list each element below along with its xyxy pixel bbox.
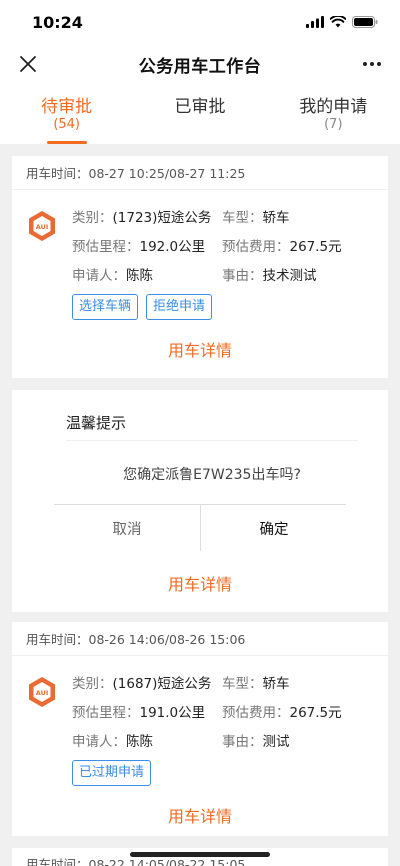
status-time: 10:24 (32, 12, 83, 32)
tab-approved-label: 已审批 (174, 97, 226, 117)
request-card: 用车时间：08-26 14:06/08-26 15:06 AUI 类别：(168… (12, 622, 388, 836)
reason-field: 事由：测试 (222, 730, 374, 750)
vehicle-details-link[interactable]: 用车详情 (12, 554, 388, 612)
car-type-field: 车型：轿车 (222, 672, 374, 692)
reason-field: 事由：技术测试 (222, 264, 374, 284)
tab-approved[interactable]: 已审批 (133, 84, 266, 144)
mileage-value: 192.0公里 (139, 239, 206, 255)
card-actions: 选择车辆 拒绝申请 (72, 294, 374, 320)
mileage-field: 预估里程：191.0公里 (72, 701, 222, 721)
category-value: (1687)短途公务 (112, 676, 212, 692)
mileage-key: 预估里程： (72, 705, 140, 721)
car-type-key: 车型： (222, 676, 263, 692)
signal-icon (306, 16, 324, 28)
cost-value: 267.5元 (289, 239, 342, 255)
aui-logo-icon: AUI (29, 677, 55, 707)
card-time: 用车时间：08-26 14:06/08-26 15:06 (12, 622, 388, 656)
category-field: 类别：(1723)短途公务 (72, 206, 222, 226)
dialog-message: 您确定派鲁E7W235出车吗? (123, 467, 301, 483)
active-tab-indicator (46, 141, 87, 144)
confirm-dialog: 温馨提示 您确定派鲁E7W235出车吗? 取消 确定 (12, 398, 388, 552)
tab-my-requests-count: (7) (324, 117, 343, 132)
applicant-field: 申请人：陈陈 (72, 730, 222, 750)
vehicle-details-link[interactable]: 用车详情 (12, 320, 388, 378)
mileage-field: 预估里程：192.0公里 (72, 235, 222, 255)
cost-key: 预估费用： (222, 705, 290, 721)
tab-my-requests-label: 我的申请 (299, 97, 368, 117)
aui-logo-icon: AUI (29, 211, 55, 241)
car-type-value: 轿车 (262, 676, 290, 692)
battery-icon (352, 16, 378, 28)
car-type-key: 车型： (222, 210, 263, 226)
dialog-cancel-button[interactable]: 取消 (54, 505, 200, 551)
close-icon[interactable] (16, 52, 40, 76)
tab-my-requests[interactable]: 我的申请 (7) (267, 84, 400, 144)
car-type-value: 轿车 (262, 210, 290, 226)
dialog-title-divider (66, 440, 358, 441)
mileage-value: 191.0公里 (139, 705, 206, 721)
cost-field: 预估费用：267.5元 (222, 235, 374, 255)
dialog-confirm-button[interactable]: 确定 (201, 505, 347, 551)
tab-pending-label: 待审批 (41, 97, 93, 117)
car-type-field: 车型：轿车 (222, 206, 374, 226)
card-body: AUI 类别：(1723)短途公务 车型：轿车 预估里程：192.0公里 预估费… (12, 190, 388, 320)
applicant-field: 申请人：陈陈 (72, 264, 222, 284)
vehicle-details-link[interactable]: 用车详情 (12, 786, 388, 836)
request-card: 用车时间：08-27 10:25/08-27 11:25 AUI 类别：(172… (12, 156, 388, 378)
page-title: 公务用车工作台 (138, 56, 262, 77)
request-card: 用车时间：08-22 14:05/08-22 15:05 (12, 848, 388, 866)
reject-request-button[interactable]: 拒绝申请 (146, 294, 213, 320)
tab-pending-count: (54) (53, 117, 80, 132)
category-value: (1723)短途公务 (112, 210, 212, 226)
reason-key: 事由： (222, 734, 263, 750)
category-key: 类别： (72, 210, 113, 226)
applicant-key: 申请人： (72, 734, 126, 750)
applicant-key: 申请人： (72, 268, 126, 284)
home-indicator (130, 852, 270, 857)
wifi-icon (330, 16, 346, 28)
tab-pending[interactable]: 待审批 (54) (0, 84, 133, 144)
card-time: 用车时间：08-27 10:25/08-27 11:25 (12, 156, 388, 190)
card-actions: 已过期申请 (72, 760, 374, 786)
card-time: 用车时间：08-22 14:05/08-22 15:05 (26, 856, 246, 866)
dialog-title: 温馨提示 (66, 414, 127, 432)
cost-key: 预估费用： (222, 239, 290, 255)
select-vehicle-button[interactable]: 选择车辆 (72, 294, 139, 320)
applicant-value: 陈陈 (126, 268, 153, 284)
expired-request-button[interactable]: 已过期申请 (72, 760, 152, 786)
svg-text:AUI: AUI (36, 689, 49, 697)
tab-bar: 待审批 (54) 已审批 我的申请 (7) (0, 84, 400, 144)
category-key: 类别： (72, 676, 113, 692)
card-body: AUI 类别：(1687)短途公务 车型：轿车 预估里程：191.0公里 预估费… (12, 656, 388, 786)
reason-value: 测试 (262, 734, 290, 750)
mileage-key: 预估里程： (72, 239, 140, 255)
status-icons (306, 16, 378, 28)
nav-bar: 公务用车工作台 (0, 44, 400, 84)
more-icon[interactable] (360, 52, 384, 76)
applicant-value: 陈陈 (126, 734, 153, 750)
svg-text:AUI: AUI (36, 223, 49, 231)
cost-field: 预估费用：267.5元 (222, 701, 374, 721)
reason-value: 技术测试 (262, 268, 317, 284)
cost-value: 267.5元 (289, 705, 342, 721)
status-bar: 10:24 (0, 0, 400, 44)
reason-key: 事由： (222, 268, 263, 284)
category-field: 类别：(1687)短途公务 (72, 672, 222, 692)
